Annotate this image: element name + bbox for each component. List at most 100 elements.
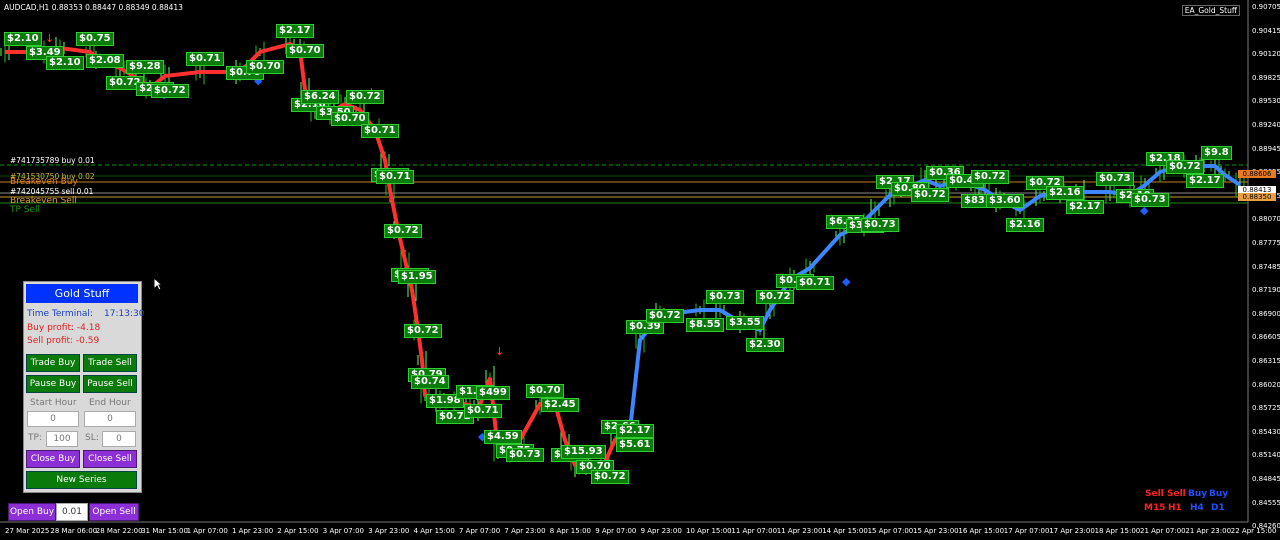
panel-title: Gold Stuff xyxy=(26,284,138,303)
mtf-timeframe-h1: H1 xyxy=(1168,503,1182,513)
trade-profit-tag: $15.93 xyxy=(561,445,606,459)
trade-profit-tag: $0.72 xyxy=(346,90,384,104)
time-axis-label: 11 Apr 07:00 xyxy=(731,527,778,535)
price-axis-label: 0.88945 xyxy=(1252,144,1280,153)
trade-profit-tag: $0.72 xyxy=(384,224,422,238)
trade-profit-tag: $0.75 xyxy=(76,32,114,46)
trade-profit-tag: $0.72 xyxy=(591,470,629,484)
mouse-cursor-icon xyxy=(153,277,163,291)
time-axis-label: 3 Apr 07:00 xyxy=(322,527,364,535)
trade-profit-tag: $2.17 xyxy=(276,24,314,38)
trade-sell-button[interactable]: Trade Sell xyxy=(83,354,137,372)
lot-size-input[interactable]: 0.01 xyxy=(56,503,88,521)
time-axis-label: 21 Apr 07:00 xyxy=(1140,527,1186,535)
price-axis-label: 0.86315 xyxy=(1252,357,1280,365)
price-axis-label: 0.85140 xyxy=(1252,451,1280,460)
new-series-button[interactable]: New Series xyxy=(26,471,137,489)
price-axis-label: 0.87485 xyxy=(1252,262,1280,271)
time-axis-label: 10 Apr 15:00 xyxy=(686,527,732,535)
tp-input[interactable]: 100 xyxy=(46,431,78,447)
order-label-buy: #741735789 buy 0.01 xyxy=(10,156,95,165)
start-hour-label: Start Hour xyxy=(30,398,77,408)
time-axis-label: 17 Apr 23:00 xyxy=(1049,527,1095,535)
trade-profit-tag: $0.72 xyxy=(151,84,189,98)
close-buy-button[interactable]: Close Buy xyxy=(26,450,80,468)
trade-profit-tag: $4.59 xyxy=(484,430,522,444)
price-axis-label: 0.90705 xyxy=(1252,3,1280,11)
time-axis-label: 15 Apr 23:00 xyxy=(913,527,959,535)
time-axis-label: 28 Mar 06:00 xyxy=(50,527,98,535)
trade-profit-tag: $2.08 xyxy=(86,54,124,68)
trade-buy-button[interactable]: Trade Buy xyxy=(26,354,80,372)
mtf-timeframe-d1: D1 xyxy=(1211,503,1225,513)
mtf-signal-d1: Buy xyxy=(1209,489,1229,499)
price-axis-label: 0.87775 xyxy=(1252,239,1280,247)
price-axis-label: 0.90415 xyxy=(1252,26,1280,35)
end-hour-input[interactable]: 0 xyxy=(84,411,136,427)
mtf-signal-h1: Sell xyxy=(1167,489,1186,499)
sl-label: SL: xyxy=(85,433,99,443)
trade-profit-tag: $9.8 xyxy=(1201,146,1232,160)
time-axis-label: 1 Apr 07:00 xyxy=(186,527,228,535)
tp-label: TP: xyxy=(28,433,42,443)
price-marker-3: 0.88350 xyxy=(1238,193,1276,201)
mtf-timeframe-h4: H4 xyxy=(1190,503,1204,513)
trade-profit-tag: $6.24 xyxy=(301,90,339,104)
time-axis-label: 22 Apr 15:00 xyxy=(1230,527,1277,535)
buy-arrow-icon: ◆ xyxy=(842,275,851,288)
trade-profit-tag: $0.73 xyxy=(706,290,744,304)
trade-profit-tag: $499 xyxy=(476,386,510,400)
ea-name-label[interactable]: EA_Gold_Stuff xyxy=(1181,5,1240,16)
trade-profit-tag: $5.61 xyxy=(616,438,654,452)
close-sell-button[interactable]: Close Sell xyxy=(83,450,137,468)
time-axis-label: 31 Mar 15:00 xyxy=(141,527,188,535)
trade-profit-tag: $0.73 xyxy=(506,448,544,462)
time-axis-label: 4 Apr 15:00 xyxy=(413,527,455,535)
time-axis-label: 7 Apr 23:00 xyxy=(504,527,546,535)
sl-input[interactable]: 0 xyxy=(102,431,136,447)
mtf-signal-h4: Buy xyxy=(1188,489,1208,499)
time-axis-label: 2 Apr 15:00 xyxy=(277,527,319,535)
gold-stuff-panel: Gold Stuff Time Terminal: 17:13:30 Buy p… xyxy=(23,281,144,493)
trade-profit-tag: $0.72 xyxy=(756,290,794,304)
time-axis-label: 7 Apr 07:00 xyxy=(459,527,501,535)
price-axis-label: 0.86900 xyxy=(1252,309,1280,318)
start-hour-input[interactable]: 0 xyxy=(27,411,79,427)
trade-profit-tag: $0.71 xyxy=(796,276,834,290)
trade-profit-tag: $0.74 xyxy=(411,375,449,389)
trade-profit-tag: $0.72 xyxy=(911,188,949,202)
price-axis-label: 0.90120 xyxy=(1252,50,1280,59)
price-axis-label: 0.84555 xyxy=(1252,498,1280,507)
time-axis-label: 1 Apr 23:00 xyxy=(232,527,274,535)
open-buy-button[interactable]: Open Buy xyxy=(8,503,56,521)
sell-arrow-icon: ↓ xyxy=(45,32,54,45)
trade-profit-tag: $2.45 xyxy=(541,398,579,412)
trade-profit-tag: $0.72 xyxy=(1166,160,1204,174)
trade-profit-tag: $3.60 xyxy=(986,194,1024,208)
trade-profit-tag: $2.17 xyxy=(1066,200,1104,214)
price-axis-label: 0.89240 xyxy=(1252,121,1280,129)
price-chart[interactable]: ↓↓↓↓↓↓◆◆◆◆◆◆ xyxy=(0,0,1280,540)
pause-buy-button[interactable]: Pause Buy xyxy=(26,375,80,393)
trade-profit-tag: $2.17 xyxy=(616,424,654,438)
trade-profit-tag: $0.71 xyxy=(464,404,502,418)
trade-profit-tag: $2.16 xyxy=(1046,186,1084,200)
time-axis-label: 8 Apr 15:00 xyxy=(549,527,591,535)
trade-profit-tag: $8.55 xyxy=(686,318,724,332)
trade-profit-tag: $1.95 xyxy=(398,270,436,284)
trade-profit-tag: $0.73 xyxy=(861,218,899,232)
trade-profit-tag: $0.72 xyxy=(646,309,684,323)
trade-profit-tag: $9.28 xyxy=(126,60,164,74)
trade-profit-tag: $0.70 xyxy=(526,384,564,398)
trade-profit-tag: $2.16 xyxy=(1006,218,1044,232)
trade-profit-tag: $3.55 xyxy=(726,316,764,330)
open-sell-button[interactable]: Open Sell xyxy=(89,503,139,521)
buy-profit-text: Buy profit: -4.18 xyxy=(27,323,101,333)
pause-sell-button[interactable]: Pause Sell xyxy=(83,375,137,393)
trade-profit-tag: $2.30 xyxy=(746,338,784,352)
trade-profit-tag: $0.70 xyxy=(286,44,324,58)
trade-profit-tag: $2.10 xyxy=(4,32,42,46)
price-axis-label: 0.89825 xyxy=(1252,73,1280,82)
sell-profit-text: Sell profit: -0.59 xyxy=(27,336,100,346)
tp-sell-label: TP Sell xyxy=(10,205,41,215)
